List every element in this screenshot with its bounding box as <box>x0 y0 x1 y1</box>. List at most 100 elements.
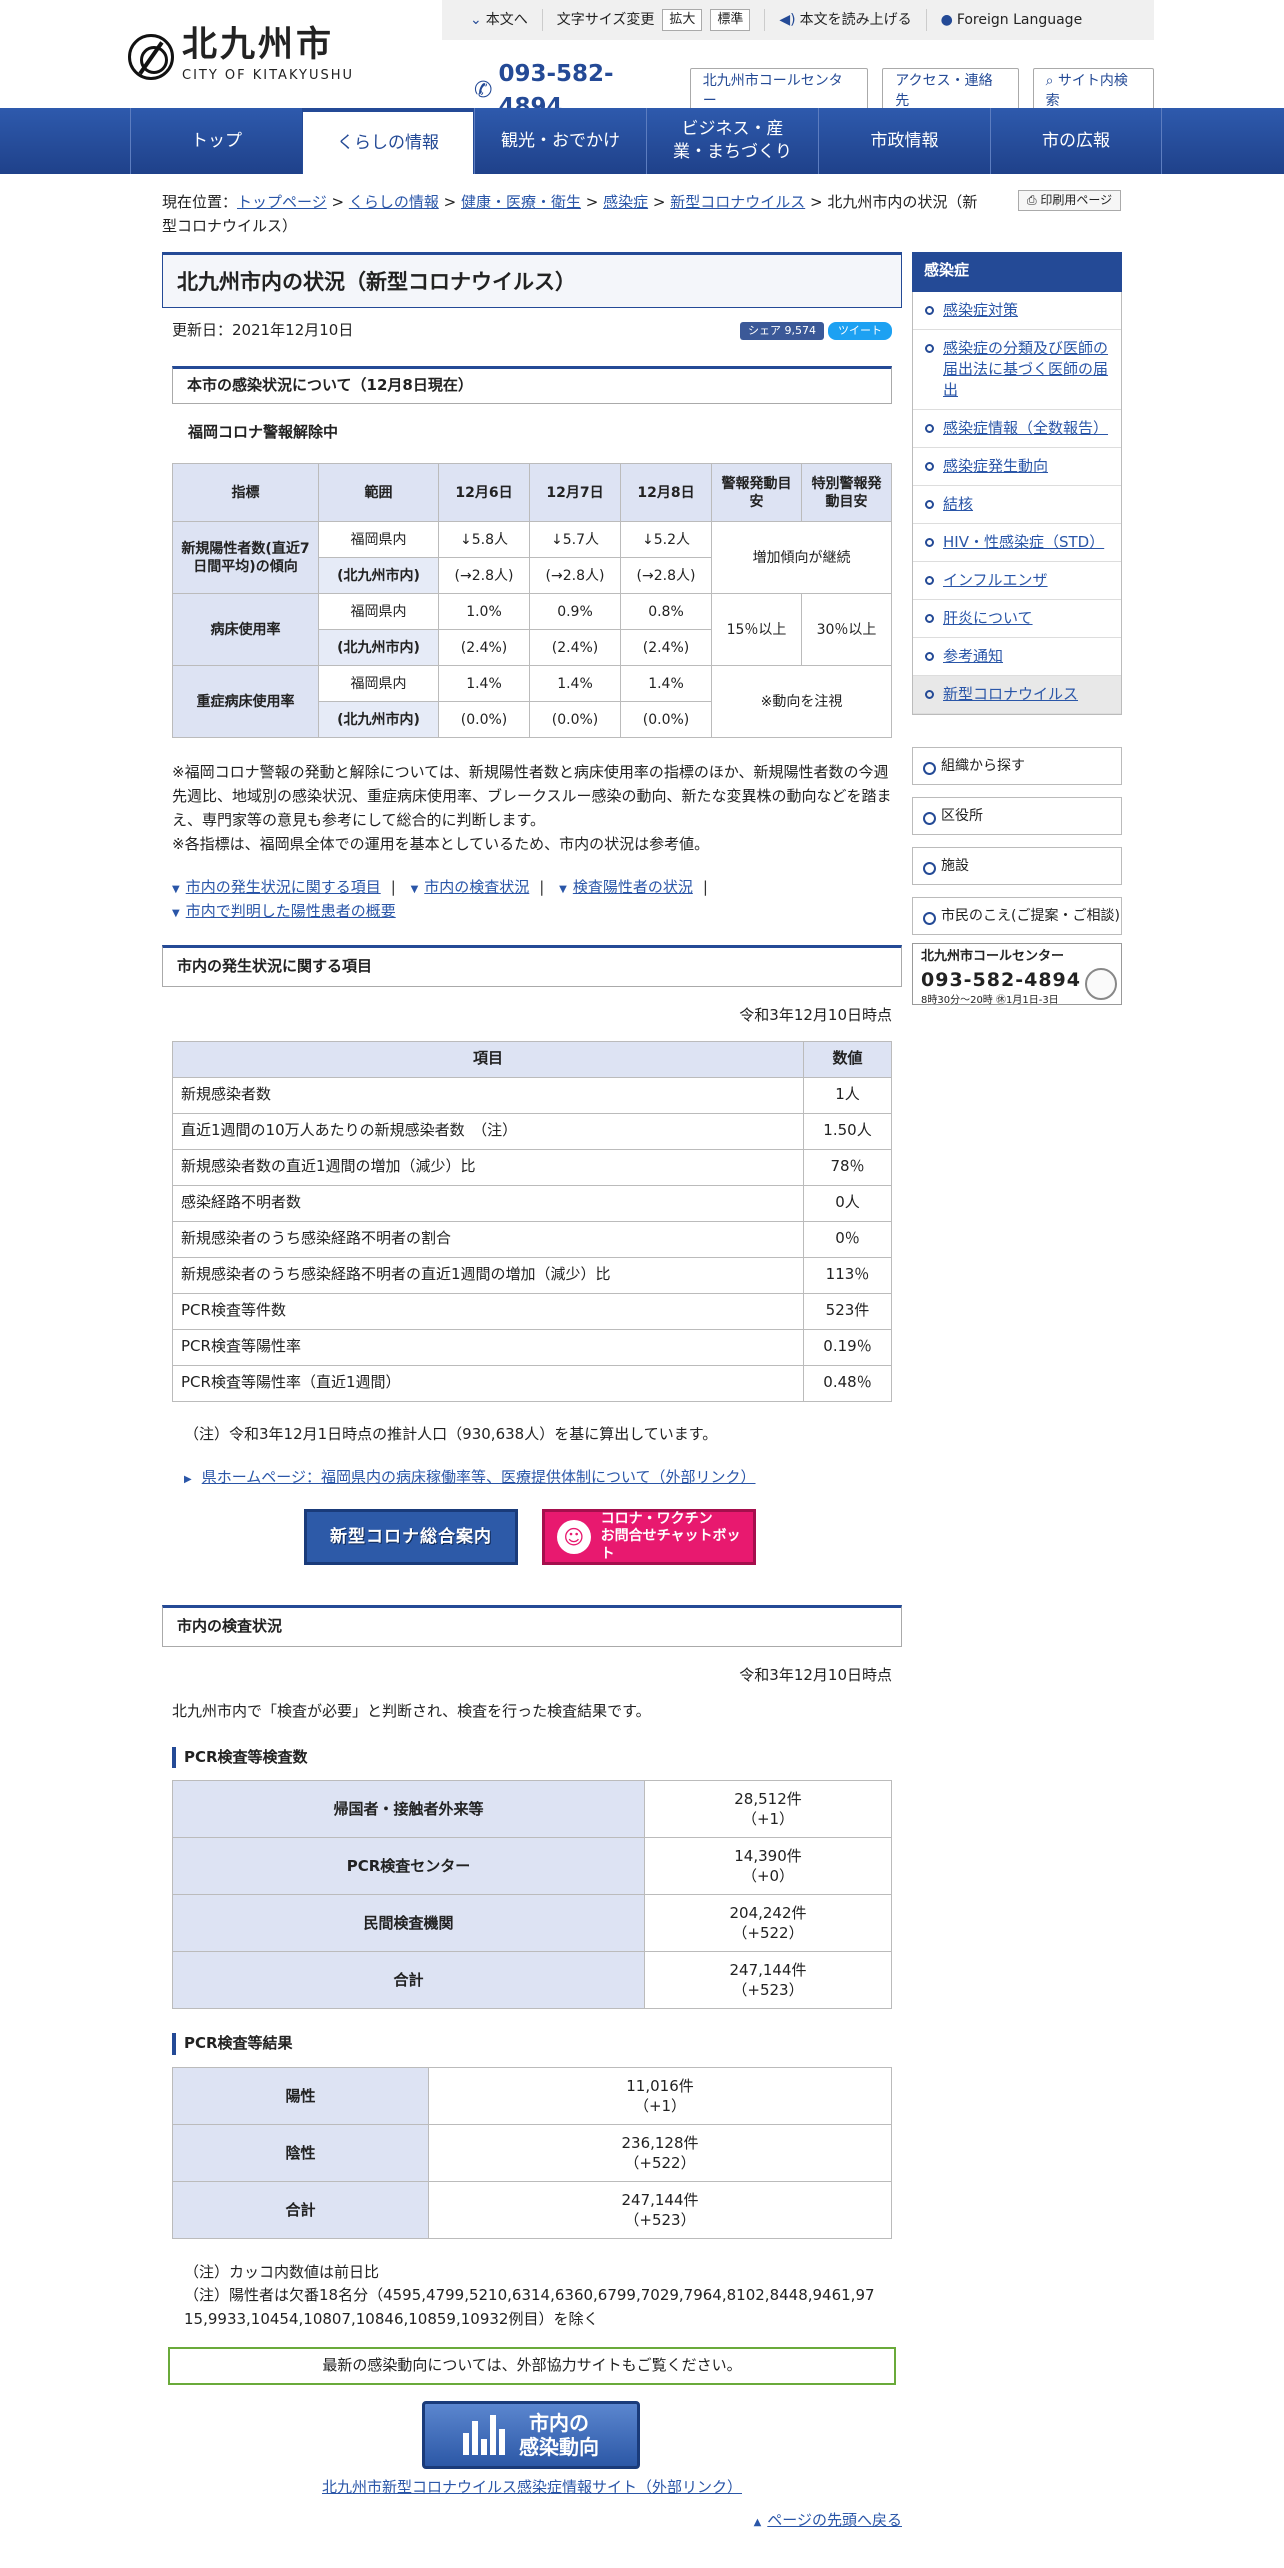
nav-living[interactable]: くらしの情報 <box>302 108 474 174</box>
ward-offices-button[interactable]: 区役所 <box>912 797 1122 835</box>
row-value: 247,144件 （+523） <box>644 1951 892 2010</box>
corona-guide-banner[interactable]: 新型コロナ総合案内 <box>304 1509 518 1565</box>
triangle-right-icon: ▶ <box>184 1474 192 1486</box>
table-row: 帰国者・接触者外来等 28,512件 （+1） <box>172 1780 892 1839</box>
row-label: 民間検査機関 <box>172 1894 645 1953</box>
fontsize-label: 文字サイズ変更 <box>556 11 655 28</box>
cell-value: 1.4% <box>529 665 621 703</box>
row-label: 感染経路不明者数 <box>172 1184 804 1222</box>
row-new-positive-label: 新規陽性者数(直近7日間平均)の傾向 <box>172 521 319 595</box>
read-aloud-link[interactable]: 本文を読み上げる <box>800 10 912 30</box>
nav-business-label: ビジネス・産業・まちづくり <box>673 119 792 162</box>
citizen-voice-button[interactable]: 市民のこえ(ご提案・ご相談) <box>912 897 1122 935</box>
breadcrumb-health[interactable]: 健康・医療・衛生 <box>461 193 581 211</box>
breadcrumb-top[interactable]: トップページ <box>237 193 327 211</box>
callcenter-hours: 8時30分～20時 ㊡1月1日-3日 <box>921 995 1059 1007</box>
sidebar-item-report[interactable]: 感染症情報（全数報告） <box>913 410 1121 448</box>
trend-banner-line2: 感染動向 <box>519 2434 599 2459</box>
row-value: 236,128件 （+522） <box>428 2124 892 2182</box>
anchor-occurrence[interactable]: 市内の発生状況に関する項目 <box>186 878 381 896</box>
row-value: 11,016件 （+1） <box>428 2067 892 2125</box>
row-value: 0.19％ <box>803 1328 892 1366</box>
th-value: 数値 <box>803 1040 892 1078</box>
sidebar-item-hiv[interactable]: HIV・性感染症（STD） <box>913 524 1121 562</box>
foreign-language-link[interactable]: Foreign Language <box>957 10 1082 30</box>
city-emblem-icon <box>128 33 174 80</box>
logo-english: CITY OF KITAKYUSHU <box>182 68 355 83</box>
infection-trend-banner[interactable]: 市内の 感染動向 <box>422 2400 640 2469</box>
sidebar-item-trend[interactable]: 感染症発生動向 <box>913 448 1121 486</box>
sidebar-item-hepatitis[interactable]: 肝炎について <box>913 600 1121 638</box>
sidebar-item-tb[interactable]: 結核 <box>913 486 1121 524</box>
table-row: 新規感染者のうち感染経路不明者の割合 0％ <box>172 1220 892 1258</box>
utility-bar: ⌄ 本文へ 文字サイズ変更 拡大 標準 ◀) 本文を読み上げる ● Foreign L… <box>442 0 1154 40</box>
row-value: 0％ <box>803 1220 892 1258</box>
cell-value: (0.0%) <box>529 701 621 739</box>
testing-intro: 北九州市内で「検査が必要」と判断され、検査を行った検査結果です。 <box>172 1701 651 1720</box>
sidebar-item-label: 肝炎について <box>943 609 1033 627</box>
cell-value: 1.4% <box>620 665 712 703</box>
as-of-date: 令和3年12月10日時点 <box>739 1005 892 1024</box>
section-heading-testing: 市内の検査状況 <box>162 1605 902 1647</box>
phone-icon: ✆ <box>474 78 493 104</box>
sidebar-item-label: インフルエンザ <box>943 571 1048 589</box>
row-value: 0.48％ <box>803 1364 892 1402</box>
chevron-down-icon: ▼ <box>172 907 180 919</box>
row-value: 523件 <box>803 1292 892 1330</box>
font-standard-button[interactable]: 標準 <box>710 9 751 31</box>
infection-info-site-link[interactable]: 北九州市新型コロナウイルス感染症情報サイト（外部リンク） <box>322 2478 742 2496</box>
indicator-table: 指標 範囲 12月6日 12月7日 12月8日 警報発動目安 特別警報発動目安 … <box>172 463 892 739</box>
anchor-testing[interactable]: 市内の検査状況 <box>424 878 529 896</box>
table-row: 陰性 236,128件 （+522） <box>172 2124 892 2182</box>
cell-value: ↓5.2人 <box>620 521 712 559</box>
chevron-down-icon: ▼ <box>410 884 419 896</box>
testing-notes: （注）カッコ内数値は前日比 （注）陽性者は欠番18名分（4595,4799,52… <box>184 2261 880 2331</box>
as-of-date: 令和3年12月10日時点 <box>739 1666 892 1684</box>
sidebar-list: 感染症対策 感染症の分類及び医師の届出法に基づく医師の届出 感染症情報（全数報告… <box>912 292 1122 715</box>
back-to-top-link[interactable]: ページの先頭へ戻る <box>767 2511 902 2529</box>
breadcrumb-corona[interactable]: 新型コロナウイルス <box>670 193 805 211</box>
note-text: （注）陽性者は欠番18名分（4595,4799,5210,6314,6360,6… <box>184 2286 875 2328</box>
row-label: 帰国者・接触者外来等 <box>172 1780 645 1839</box>
test-result-table: 陽性 11,016件 （+1） 陰性 236,128件 （+522） 合計 247,144… <box>172 2067 892 2239</box>
nav-business[interactable]: ビジネス・産業・まちづくり <box>646 108 818 174</box>
nav-tourism[interactable]: 観光・おでかけ <box>474 108 646 174</box>
sidebar-item-label: 感染症発生動向 <box>943 457 1049 475</box>
sidebar-item-notices[interactable]: 参考通知 <box>913 638 1121 676</box>
find-by-org-button[interactable]: 組織から探す <box>912 747 1122 785</box>
print-page-button[interactable]: ⎙ 印刷用ページ <box>1018 190 1122 212</box>
nav-top[interactable]: トップ <box>130 108 302 174</box>
site-logo[interactable]: 北九州市 CITY OF KITAKYUSHU <box>128 28 354 86</box>
table-row: 民間検査機関 204,242件 （+522） <box>172 1894 892 1953</box>
font-enlarge-button[interactable]: 拡大 <box>662 9 703 31</box>
sidebar-item-corona[interactable]: 新型コロナウイルス <box>913 676 1121 714</box>
cell-value: ↓5.8人 <box>438 521 530 559</box>
trend-banner-line1: 市内の <box>529 2410 589 2435</box>
facebook-share-button[interactable]: シェア 9,574 <box>740 321 824 340</box>
anchor-positive-status[interactable]: 検査陽性者の状況 <box>573 878 693 896</box>
nav-government[interactable]: 市政情報 <box>818 108 990 174</box>
th-range: 範囲 <box>318 463 439 523</box>
chatbot-banner[interactable]: ☺ コロナ・ワクチン お問合せチャットボット <box>542 1509 756 1565</box>
table-row: 直近1週間の10万人あたりの新規感染者数 （注） 1.50人 <box>172 1112 892 1150</box>
facilities-button[interactable]: 施設 <box>912 847 1122 885</box>
breadcrumb-living[interactable]: くらしの情報 <box>349 193 439 211</box>
row-label: PCR検査センター <box>172 1837 645 1896</box>
section-heading-status: 本市の感染状況について（12月8日現在） <box>172 365 892 404</box>
row-bed-usage-label: 病床使用率 <box>172 593 319 667</box>
tweet-button[interactable]: ツイート <box>828 321 892 340</box>
nav-pr[interactable]: 市の広報 <box>990 108 1162 174</box>
breadcrumb-infection[interactable]: 感染症 <box>603 193 648 211</box>
prefecture-link[interactable]: 県ホームページ：福岡県内の病床稼働率等、医療提供体制について（外部リンク） <box>202 1468 756 1486</box>
row-label: 直近1週間の10万人あたりの新規感染者数 （注） <box>172 1112 804 1150</box>
cell-range: 福岡県内 <box>318 593 439 631</box>
row-label: 陰性 <box>172 2124 429 2182</box>
sidebar-item-measures[interactable]: 感染症対策 <box>913 292 1121 330</box>
anchor-patient-summary[interactable]: 市内で判明した陽性患者の概要 <box>186 902 396 920</box>
skip-to-content-link[interactable]: 本文へ <box>486 10 528 30</box>
row-label: 新規感染者数 <box>172 1076 804 1114</box>
sidebar-item-classification[interactable]: 感染症の分類及び医師の届出法に基づく医師の届出 <box>913 330 1121 410</box>
note-text: ※各指標は、福岡県全体での運用を基本としているため、市内の状況は参考値。 <box>172 835 710 854</box>
sidebar-item-influenza[interactable]: インフルエンザ <box>913 562 1121 600</box>
callcenter-banner[interactable]: 北九州市コールセンター 093-582-4894 8時30分～20時 ㊡1月1日… <box>912 943 1122 1006</box>
